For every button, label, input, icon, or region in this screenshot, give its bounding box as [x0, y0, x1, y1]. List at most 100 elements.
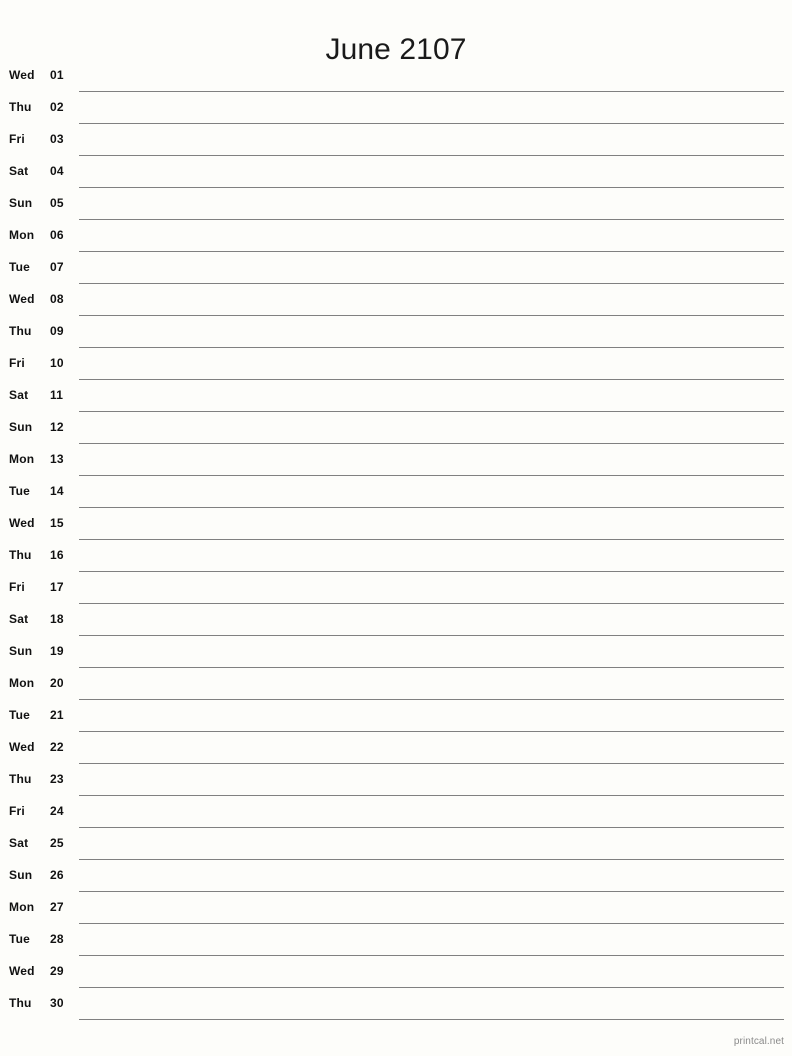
weekday-label: Thu — [9, 996, 32, 1010]
note-writing-line[interactable] — [79, 444, 784, 476]
day-row: Mon 20 — [0, 668, 792, 700]
weekday-label: Mon — [9, 900, 35, 914]
day-label-group: Tue 28 — [0, 924, 79, 956]
day-number: 03 — [50, 132, 64, 146]
day-label-group: Sat 04 — [0, 156, 79, 188]
weekday-label: Wed — [9, 964, 35, 978]
weekday-label: Wed — [9, 740, 35, 754]
weekday-label: Wed — [9, 292, 35, 306]
weekday-label: Tue — [9, 708, 31, 722]
weekday-label: Tue — [9, 932, 31, 946]
day-number: 11 — [50, 388, 64, 402]
day-label-group: Wed 08 — [0, 284, 79, 316]
day-label-group: Thu 16 — [0, 540, 79, 572]
weekday-label: Sun — [9, 644, 33, 658]
day-row: Fri 10 — [0, 348, 792, 380]
note-writing-line[interactable] — [79, 252, 784, 284]
note-writing-line[interactable] — [79, 60, 784, 92]
note-writing-line[interactable] — [79, 572, 784, 604]
day-label-group: Wed 15 — [0, 508, 79, 540]
day-label-group: Mon 20 — [0, 668, 79, 700]
weekday-label: Mon — [9, 676, 35, 690]
weekday-label: Fri — [9, 132, 25, 146]
day-row: Sat 04 — [0, 156, 792, 188]
day-row: Sun 12 — [0, 412, 792, 444]
weekday-label: Sat — [9, 388, 29, 402]
note-writing-line[interactable] — [79, 316, 784, 348]
note-writing-line[interactable] — [79, 412, 784, 444]
day-number: 24 — [50, 804, 64, 818]
note-writing-line[interactable] — [79, 636, 784, 668]
day-label-group: Tue 21 — [0, 700, 79, 732]
day-row: Sun 19 — [0, 636, 792, 668]
weekday-label: Sat — [9, 612, 29, 626]
day-rows-list: Wed 01 Thu 02 Fri 03 Sat 04 Sun 05 Mon 06 Tue 07 Wed 08… — [0, 60, 792, 1020]
note-writing-line[interactable] — [79, 668, 784, 700]
note-writing-line[interactable] — [79, 860, 784, 892]
note-writing-line[interactable] — [79, 124, 784, 156]
day-row: Wed 01 — [0, 60, 792, 92]
day-label-group: Wed 01 — [0, 60, 79, 92]
day-number: 13 — [50, 452, 64, 466]
day-row: Tue 28 — [0, 924, 792, 956]
day-row: Sat 25 — [0, 828, 792, 860]
day-row: Thu 30 — [0, 988, 792, 1020]
day-number: 02 — [50, 100, 64, 114]
note-writing-line[interactable] — [79, 188, 784, 220]
weekday-label: Wed — [9, 516, 35, 530]
note-writing-line[interactable] — [79, 220, 784, 252]
note-writing-line[interactable] — [79, 764, 784, 796]
note-writing-line[interactable] — [79, 700, 784, 732]
day-label-group: Thu 30 — [0, 988, 79, 1020]
day-label-group: Fri 24 — [0, 796, 79, 828]
note-writing-line[interactable] — [79, 828, 784, 860]
weekday-label: Tue — [9, 260, 31, 274]
note-writing-line[interactable] — [79, 956, 784, 988]
day-number: 30 — [50, 996, 64, 1010]
day-label-group: Fri 17 — [0, 572, 79, 604]
day-number: 08 — [50, 292, 64, 306]
day-row: Wed 22 — [0, 732, 792, 764]
day-number: 26 — [50, 868, 64, 882]
weekday-label: Mon — [9, 228, 35, 242]
weekday-label: Thu — [9, 324, 32, 338]
day-label-group: Wed 29 — [0, 956, 79, 988]
note-writing-line[interactable] — [79, 156, 784, 188]
day-row: Mon 13 — [0, 444, 792, 476]
day-label-group: Sun 12 — [0, 412, 79, 444]
note-writing-line[interactable] — [79, 348, 784, 380]
day-row: Mon 06 — [0, 220, 792, 252]
note-writing-line[interactable] — [79, 604, 784, 636]
note-writing-line[interactable] — [79, 732, 784, 764]
note-writing-line[interactable] — [79, 380, 784, 412]
day-label-group: Sun 26 — [0, 860, 79, 892]
weekday-label: Thu — [9, 100, 32, 114]
day-row: Tue 14 — [0, 476, 792, 508]
note-writing-line[interactable] — [79, 540, 784, 572]
day-label-group: Thu 23 — [0, 764, 79, 796]
weekday-label: Sat — [9, 164, 29, 178]
day-number: 19 — [50, 644, 64, 658]
day-label-group: Sat 18 — [0, 604, 79, 636]
day-row: Tue 07 — [0, 252, 792, 284]
day-number: 21 — [50, 708, 64, 722]
day-number: 10 — [50, 356, 64, 370]
note-writing-line[interactable] — [79, 284, 784, 316]
day-row: Wed 29 — [0, 956, 792, 988]
weekday-label: Sun — [9, 196, 33, 210]
note-writing-line[interactable] — [79, 796, 784, 828]
note-writing-line[interactable] — [79, 508, 784, 540]
note-writing-line[interactable] — [79, 924, 784, 956]
day-row: Fri 17 — [0, 572, 792, 604]
weekday-label: Sun — [9, 868, 33, 882]
day-number: 23 — [50, 772, 64, 786]
weekday-label: Fri — [9, 804, 25, 818]
day-label-group: Sat 25 — [0, 828, 79, 860]
weekday-label: Sun — [9, 420, 33, 434]
day-label-group: Sat 11 — [0, 380, 79, 412]
weekday-label: Fri — [9, 356, 25, 370]
note-writing-line[interactable] — [79, 92, 784, 124]
note-writing-line[interactable] — [79, 988, 784, 1020]
note-writing-line[interactable] — [79, 476, 784, 508]
note-writing-line[interactable] — [79, 892, 784, 924]
